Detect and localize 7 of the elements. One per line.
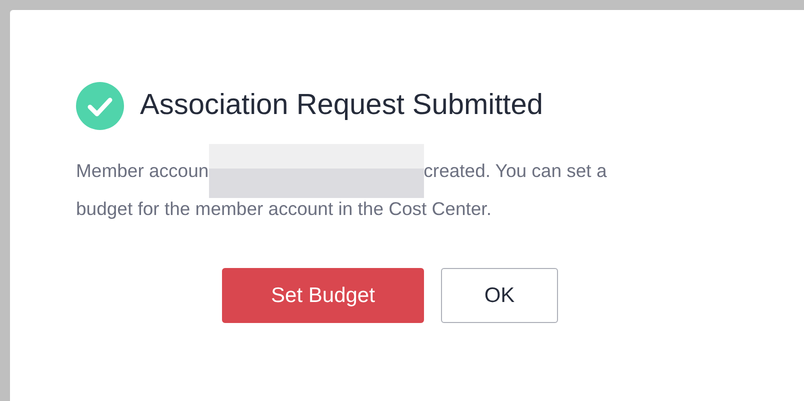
message-text: Member accoun: [76, 159, 209, 183]
set-budget-button[interactable]: Set Budget: [222, 268, 424, 323]
check-circle-icon: [76, 82, 124, 130]
message-text: budget for the member account in the Cost Center.: [76, 197, 492, 221]
ok-button[interactable]: OK: [441, 268, 558, 323]
dialog-title: Association Request Submitted: [140, 88, 543, 124]
message-text: created. You can set a: [424, 159, 607, 183]
